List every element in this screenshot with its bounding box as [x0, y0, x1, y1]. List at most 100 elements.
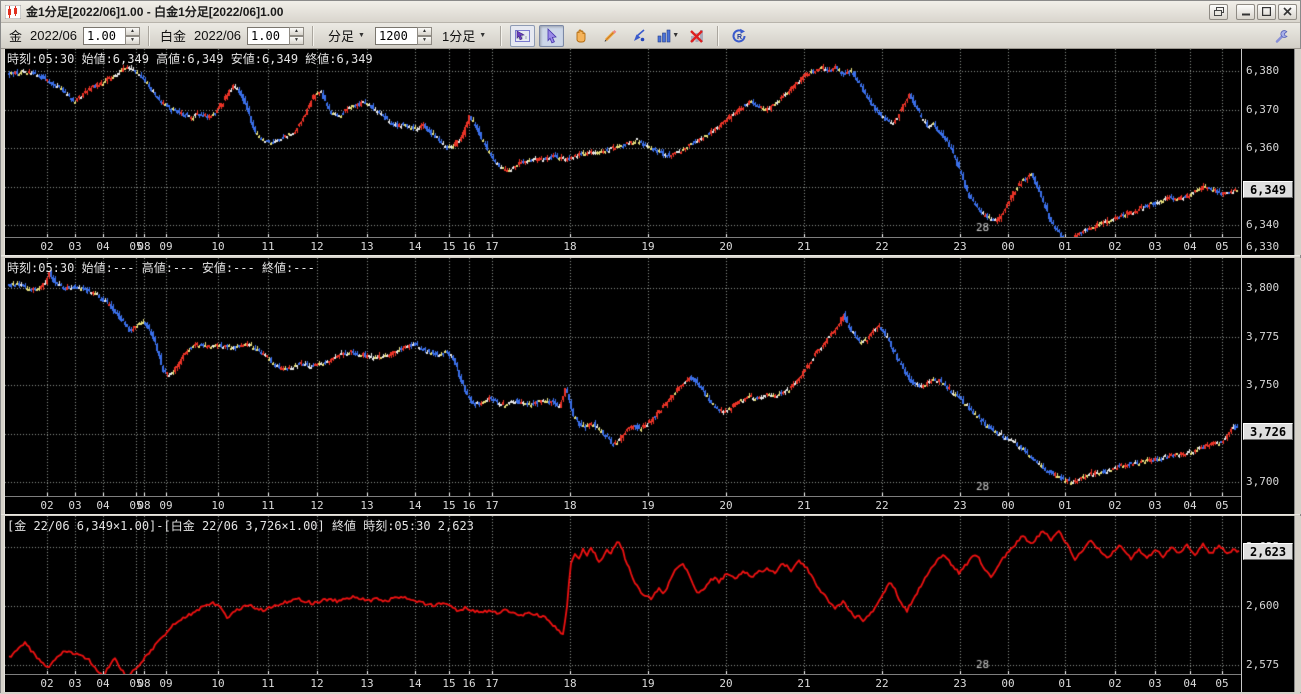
- title-bar[interactable]: 金1分足[2022/06]1.00 - 白金1分足[2022/06]1.00: [1, 1, 1300, 23]
- toolbar-separator: [500, 25, 503, 46]
- x-axis-tick-label: 13: [360, 240, 374, 253]
- chart-area: 時刻:05:30 始値:6,349 高値:6,349 安値:6,349 終値:6…: [1, 49, 1301, 694]
- x-axis-tick-label: 17: [485, 499, 499, 512]
- delete-drawings-button[interactable]: [684, 25, 709, 47]
- y-axis-tick-label: 6,360: [1246, 141, 1280, 154]
- chevron-down-icon: ▼: [358, 32, 365, 39]
- x-axis-tick-label: 04: [1183, 499, 1197, 512]
- x-axis-tick-label: 23: [953, 240, 967, 253]
- y-axis-tick-label: 3,750: [1246, 378, 1280, 391]
- x-axis-tick-label: 12: [310, 240, 324, 253]
- x-axis-tick-label: 16: [462, 677, 476, 690]
- pen-tool-button[interactable]: [626, 25, 651, 47]
- x-axis-tick-label: 17: [485, 240, 499, 253]
- x-axis-tick-label: 10: [211, 240, 225, 253]
- x-axis-tick-label: 02: [40, 240, 54, 253]
- restore-window-button[interactable]: [1209, 3, 1228, 20]
- x-axis-tick-label: 05: [1215, 677, 1229, 690]
- spread-price-axis: 2,6252,6002,5752,623: [1241, 516, 1294, 692]
- x-axis-tick-label: 20: [719, 677, 733, 690]
- gold-multiplier-up-button[interactable]: ▲: [125, 26, 141, 36]
- maximize-button[interactable]: [1257, 3, 1276, 20]
- minimize-button[interactable]: [1236, 3, 1255, 20]
- reload-icon: R: [732, 28, 746, 42]
- maximize-icon: [1262, 7, 1271, 16]
- chevron-down-icon: ▼: [672, 32, 680, 39]
- x-axis-tick-label: 14: [408, 499, 422, 512]
- gold-price-axis: 6,3806,3706,3606,3506,3406,3306,349: [1241, 49, 1294, 255]
- y-axis-tick-label: 2,575: [1246, 657, 1280, 671]
- close-icon: [1283, 7, 1292, 16]
- chart-cursor-button[interactable]: [510, 24, 536, 47]
- x-axis-tick-label: 02: [40, 677, 54, 690]
- chevron-down-icon: ▼: [479, 32, 487, 39]
- hand-pan-button[interactable]: [568, 25, 593, 47]
- delete-drawings-icon: [689, 29, 703, 43]
- platinum-symbol-label: 白金: [160, 29, 187, 44]
- x-axis-tick-label: 02: [40, 499, 54, 512]
- x-axis-tick-label: 22: [875, 677, 889, 690]
- x-axis-tick-label: 18: [563, 499, 577, 512]
- close-button[interactable]: [1278, 3, 1297, 20]
- x-axis-tick-label: 09: [159, 240, 173, 253]
- x-axis-tick-label: 19: [641, 499, 655, 512]
- platinum-contract-month: 2022/06: [194, 28, 242, 43]
- platinum-chart-plot[interactable]: [5, 258, 1241, 496]
- select-arrow-button[interactable]: [539, 24, 565, 47]
- x-axis-tick-label: 10: [211, 499, 225, 512]
- x-axis-tick-label: 01: [1058, 677, 1072, 690]
- x-axis-tick-label: 08: [137, 677, 151, 690]
- gold-symbol-label: 金: [9, 29, 23, 44]
- bar-count-input[interactable]: [374, 26, 417, 45]
- x-axis-tick-label: 15: [442, 677, 456, 690]
- x-axis-tick-label: 22: [875, 240, 889, 253]
- gold-multiplier-down-button[interactable]: ▼: [125, 35, 141, 45]
- bar-count-down-button[interactable]: ▼: [416, 35, 432, 45]
- x-axis-tick-label: 21: [797, 677, 811, 690]
- app-window: 金1分足[2022/06]1.00 - 白金1分足[2022/06]1.00 金…: [0, 0, 1301, 694]
- x-axis-tick-label: 11: [261, 240, 275, 253]
- window-frame-right: [1294, 258, 1301, 514]
- gold-time-axis: 02 03 04 05 08 09 10 11 12 13 14 15 16 17 18 19 20 21 22 23…: [5, 237, 1241, 255]
- svg-text:R: R: [737, 34, 742, 41]
- pencil-draw-button[interactable]: [597, 25, 622, 47]
- x-axis-tick-label: 00: [1001, 499, 1015, 512]
- y-axis-tick-label: 2,600: [1246, 598, 1280, 612]
- x-axis-tick-label: 12: [310, 499, 324, 512]
- interval-type-dropdown[interactable]: 分足 ▼: [322, 23, 371, 48]
- gold-contract-month: 2022/06: [30, 28, 78, 43]
- current-price-label: 2,623: [1243, 542, 1293, 560]
- gold-multiplier-spinner: ▲▼: [83, 26, 141, 45]
- settings-wrench-icon: [1275, 29, 1288, 43]
- settings-wrench-button[interactable]: [1269, 25, 1294, 47]
- x-axis-tick-label: 16: [462, 499, 476, 512]
- x-axis-tick-label: 09: [159, 677, 173, 690]
- gold-chart-plot[interactable]: [5, 49, 1241, 237]
- bar-count-up-button[interactable]: ▲: [416, 26, 432, 36]
- spread-chart-plot[interactable]: [5, 516, 1241, 674]
- y-axis-tick-label: 6,340: [1246, 218, 1280, 231]
- x-axis-tick-label: 04: [96, 499, 110, 512]
- spread-chart-panel: [金 22/06 6,349×1.00]-[白金 22/06 3,726×1.0…: [4, 516, 1301, 692]
- platinum-time-axis: 02 03 04 05 08 09 10 11 12 13 14 15 16 17 18 19 20 21 22 23…: [5, 496, 1241, 514]
- x-axis-tick-label: 02: [1108, 677, 1122, 690]
- bar-type-dropdown[interactable]: 1分足 ▼: [436, 23, 492, 48]
- platinum-multiplier-input[interactable]: [247, 26, 290, 45]
- platinum-multiplier-down-button[interactable]: ▼: [289, 35, 305, 45]
- platinum-multiplier-up-button[interactable]: ▲: [289, 26, 305, 36]
- x-axis-tick-label: 03: [68, 499, 82, 512]
- x-axis-tick-label: 16: [462, 240, 476, 253]
- gold-multiplier-input[interactable]: [83, 26, 126, 45]
- x-axis-tick-label: 03: [68, 677, 82, 690]
- x-axis-tick-label: 11: [261, 677, 275, 690]
- x-axis-tick-label: 09: [159, 499, 173, 512]
- reload-button[interactable]: R: [727, 25, 752, 47]
- x-axis-tick-label: 12: [310, 677, 324, 690]
- x-axis-tick-label: 20: [719, 240, 733, 253]
- hand-pan-icon: [576, 29, 586, 42]
- x-axis-tick-label: 21: [797, 240, 811, 253]
- bar-chart-button[interactable]: ▼: [655, 25, 680, 47]
- x-axis-tick-label: 13: [360, 499, 374, 512]
- x-axis-tick-label: 02: [1108, 240, 1122, 253]
- y-axis-tick-label: 6,370: [1246, 102, 1280, 116]
